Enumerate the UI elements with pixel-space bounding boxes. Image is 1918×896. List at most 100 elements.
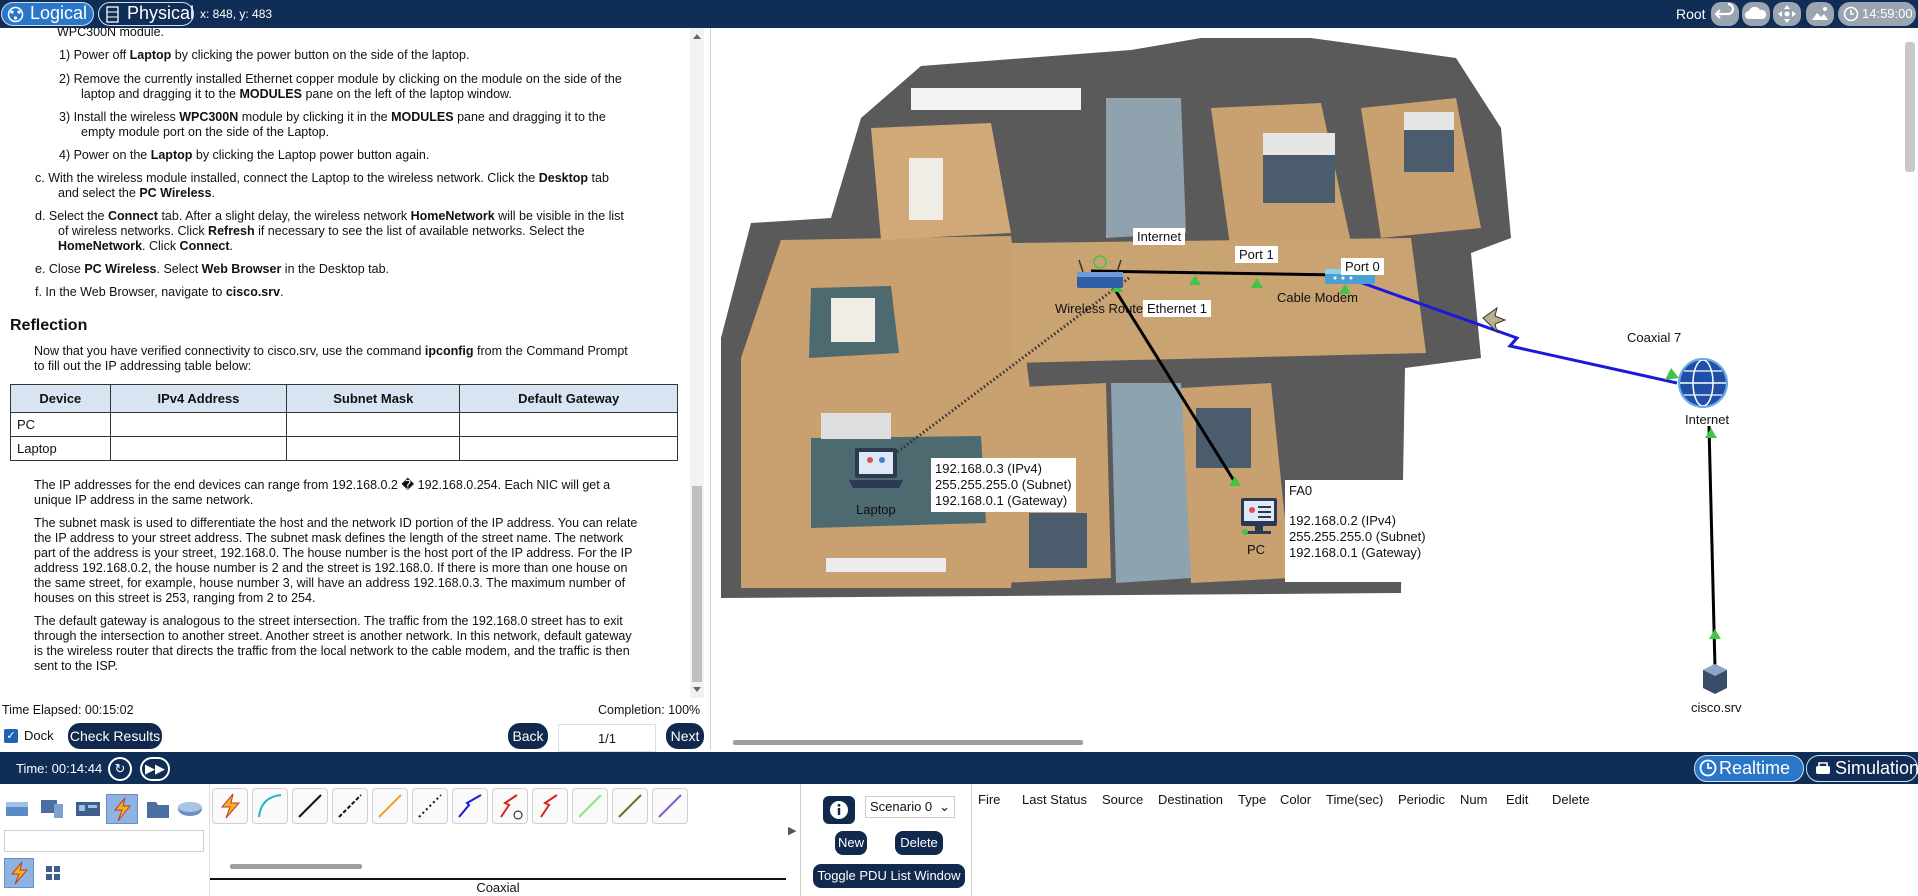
instructions-content: WPC300N module. 1) Power off Laptop by c… <box>0 28 690 698</box>
workspace-vertical-scrollbar[interactable] <box>1905 42 1915 172</box>
serial-dte-icon[interactable] <box>532 788 568 824</box>
end-devices-icon[interactable] <box>38 796 66 822</box>
grid-icon[interactable] <box>44 864 62 882</box>
column-header: Device <box>10 384 111 413</box>
chevron-down-icon: ⌄ <box>939 799 950 814</box>
ethernet1-label: Ethernet 1 <box>1143 300 1211 317</box>
port1-label: Port 1 <box>1235 246 1278 263</box>
bed <box>1404 112 1454 130</box>
column-header: Subnet Mask <box>286 384 461 413</box>
connections-scrollbar[interactable] <box>230 864 362 869</box>
physical-icon <box>106 6 119 23</box>
pc-ip-info: FA0 192.168.0.2 (IPv4) 255.255.255.0 (Su… <box>1285 480 1437 582</box>
sofa <box>821 413 891 439</box>
coaxial-cable-icon[interactable] <box>452 788 488 824</box>
paragraph-line: The subnet mask is used to differentiate… <box>34 516 638 530</box>
pdu-column-header: Color <box>1280 792 1312 807</box>
pc-label: PC <box>1247 542 1266 557</box>
internet-cloud-icon[interactable] <box>1678 358 1728 408</box>
info-line: 192.168.0.1 (Gateway) <box>1289 545 1422 560</box>
floor-bathroom-2 <box>1111 383 1191 583</box>
paragraph-line: the same street, for example, house numb… <box>34 576 626 590</box>
server-icon[interactable] <box>1703 664 1727 694</box>
network-devices-icon[interactable] <box>4 796 32 822</box>
back-button[interactable]: Back <box>508 723 548 749</box>
phone-cable-icon[interactable] <box>412 788 448 824</box>
auto-connection-icon[interactable] <box>212 788 248 824</box>
simulation-bar: Time: 00:14:44 ↻ ▶▶ Realtime Simulation <box>0 752 1918 784</box>
iot-custom-cable-icon[interactable] <box>612 788 648 824</box>
physical-view-button[interactable]: Physical <box>98 2 194 26</box>
fast-forward-icon[interactable]: ▶▶ <box>140 757 170 781</box>
instruction-step-3: 3) Install the wireless WPC300N module b… <box>59 110 606 124</box>
cloud-icon[interactable] <box>1742 2 1770 26</box>
simulation-button[interactable]: Simulation <box>1806 755 1918 782</box>
time-elapsed: Time Elapsed: 00:15:02 <box>2 703 134 717</box>
wireless-router-label: Wireless Router <box>1055 301 1148 316</box>
scroll-thumb[interactable] <box>692 486 702 682</box>
scroll-up-icon[interactable] <box>692 32 702 40</box>
device-palette: Coaxial ▶ Scenario 0 ⌄ New Delete Toggle… <box>0 784 1918 896</box>
paragraph-line: address 192.168.0.2, the house number is… <box>34 561 628 575</box>
column-header: Default Gateway <box>459 384 678 413</box>
workspace-horizontal-scrollbar[interactable] <box>733 740 1083 745</box>
reflection-text-cont: to fill out the IP addressing table belo… <box>34 359 252 373</box>
image-icon[interactable] <box>1806 2 1834 26</box>
scroll-down-icon[interactable] <box>692 686 702 694</box>
serial-dce-icon[interactable] <box>492 788 528 824</box>
expand-arrow-icon[interactable]: ▶ <box>788 824 796 837</box>
instructions-scrollbar[interactable] <box>690 28 704 698</box>
fiber-icon[interactable] <box>372 788 408 824</box>
pdu-column-header: Edit <box>1506 792 1529 807</box>
table-cell <box>459 412 678 437</box>
navigation-icon[interactable] <box>1773 2 1801 26</box>
table-cell <box>286 412 461 437</box>
bed <box>1029 513 1087 568</box>
copper-cross-over-icon[interactable] <box>332 788 368 824</box>
floor-bathroom-1 <box>1106 98 1186 238</box>
reflection-heading: Reflection <box>10 317 88 334</box>
laptop-ip-info: 192.168.0.3 (IPv4) 255.255.255.0 (Subnet… <box>931 458 1076 512</box>
physical-label: Physical <box>127 3 195 23</box>
link-status-up-icon <box>1665 368 1679 380</box>
device-search-input[interactable] <box>4 830 204 852</box>
paragraph-line: the IP address to your street address. T… <box>34 531 624 545</box>
info-line: 255.255.255.0 (Subnet) <box>1289 529 1426 544</box>
activity-controls: ✓ Dock Check Results Back 1/1 Next <box>0 720 706 752</box>
check-results-button[interactable]: Check Results <box>68 723 162 749</box>
back-arrow-icon[interactable] <box>1711 2 1739 26</box>
paragraph-line: sent to the ISP. <box>34 659 118 673</box>
connection-subtype-selected[interactable] <box>4 858 34 888</box>
paragraph-line: houses on this street is 253, ranging fr… <box>34 591 316 605</box>
logical-workspace[interactable]: Internet Port 1 Port 0 Cable Modem Wirel… <box>710 28 1918 750</box>
components-icon[interactable] <box>74 796 102 822</box>
info-button[interactable] <box>823 796 855 824</box>
multiuser-icon[interactable] <box>176 796 204 822</box>
usb-cable-icon[interactable] <box>652 788 688 824</box>
octal-cable-icon[interactable] <box>572 788 608 824</box>
toggle-pdu-list-button[interactable]: Toggle PDU List Window <box>813 864 965 888</box>
reset-time-icon[interactable]: ↻ <box>108 757 132 781</box>
realtime-button[interactable]: Realtime <box>1694 755 1804 782</box>
next-button[interactable]: Next <box>666 723 704 749</box>
instruction-f: f. In the Web Browser, navigate to cisco… <box>35 285 284 299</box>
page-indicator[interactable]: 1/1 <box>558 724 656 752</box>
connection-types-area: Coaxial <box>210 784 786 896</box>
port0-label: Port 0 <box>1341 258 1384 275</box>
instruction-c: c. With the wireless module installed, c… <box>35 171 609 185</box>
delete-scenario-button[interactable]: Delete <box>895 831 943 855</box>
laptop-icon[interactable] <box>849 448 903 488</box>
logical-view-button[interactable]: Logical <box>1 2 94 26</box>
miscellaneous-icon[interactable] <box>144 796 172 822</box>
connections-category-icon[interactable] <box>106 794 138 824</box>
console-cable-icon[interactable] <box>252 788 288 824</box>
copper-straight-through-icon[interactable] <box>292 788 328 824</box>
new-scenario-button[interactable]: New <box>835 831 867 855</box>
pdu-column-header: Fire <box>978 792 1001 807</box>
coaxial7-label: Coaxial 7 <box>1627 330 1682 345</box>
scenario-select[interactable]: Scenario 0 ⌄ <box>865 796 955 818</box>
pdu-column-header: Type <box>1238 792 1267 807</box>
dock-checkbox[interactable]: ✓ <box>4 729 18 743</box>
table-cell: Laptop <box>10 436 111 461</box>
table-cell <box>459 436 678 461</box>
